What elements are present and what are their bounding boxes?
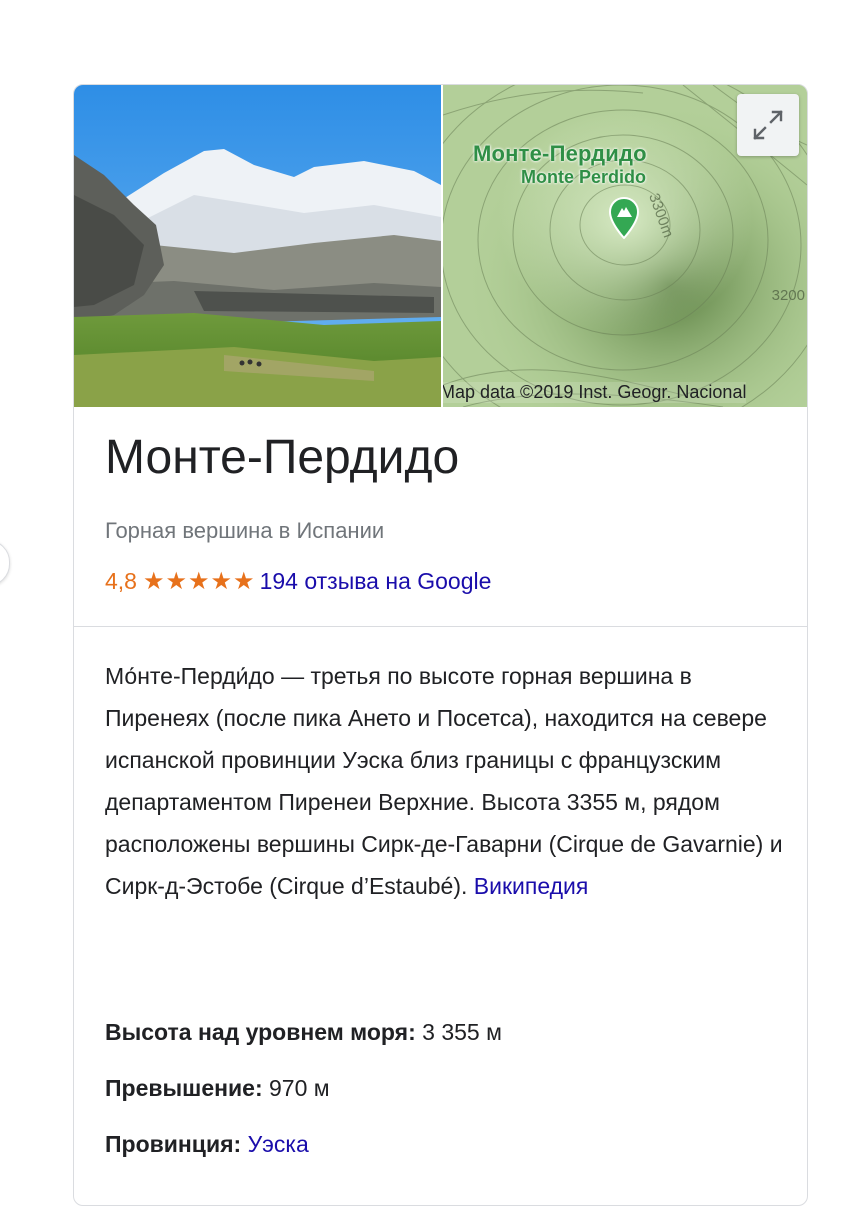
mountain-photo-image xyxy=(74,85,441,407)
rating-row: 4,8 ★★★★★ 194 отзыва на Google xyxy=(105,567,491,596)
knowledge-panel: Монте-Пердидо Monte Perdido 3300m 3200 M… xyxy=(73,84,808,1206)
map-place-label[interactable]: Монте-Пердидо xyxy=(473,141,647,167)
divider xyxy=(74,626,807,627)
expand-arrows-icon xyxy=(753,110,783,140)
wikipedia-link[interactable]: Википедия xyxy=(474,873,589,899)
mountain-pin-icon[interactable] xyxy=(608,196,640,244)
map-place-label-latin[interactable]: Monte Perdido xyxy=(521,167,646,188)
expand-map-button[interactable] xyxy=(737,94,799,156)
mountain-photo[interactable] xyxy=(74,85,441,407)
fact-elevation: Высота над уровнем моря: 3 355 м xyxy=(105,1019,502,1046)
rating-value: 4,8 xyxy=(105,568,137,594)
fact-key: Превышение: xyxy=(105,1075,263,1101)
media-header: Монте-Пердидо Monte Perdido 3300m 3200 M… xyxy=(74,85,807,407)
fact-province: Провинция: Уэска xyxy=(105,1131,309,1158)
fact-key: Высота над уровнем моря: xyxy=(105,1019,416,1045)
google-reviews-link[interactable]: 194 отзыва на Google xyxy=(260,568,492,594)
map-attribution: Map data ©2019 Inst. Geogr. Nacional xyxy=(443,382,747,403)
province-link[interactable]: Уэска xyxy=(248,1131,309,1157)
description-text: Мо́нте-Перди́до — третья по высоте горна… xyxy=(105,663,783,899)
fact-value: 970 м xyxy=(269,1075,330,1101)
fact-key: Провинция: xyxy=(105,1131,242,1157)
entity-title: Монте-Пердидо xyxy=(105,431,460,484)
fact-value: 3 355 м xyxy=(422,1019,502,1045)
fact-prominence: Превышение: 970 м xyxy=(105,1075,330,1102)
star-rating-icon: ★★★★★ xyxy=(142,568,256,595)
side-panel-tab[interactable] xyxy=(0,540,10,586)
entity-description: Мо́нте-Перди́до — третья по высоте горна… xyxy=(105,655,790,907)
entity-subtitle: Горная вершина в Испании xyxy=(105,518,385,543)
terrain-map[interactable]: Монте-Пердидо Monte Perdido 3300m 3200 M… xyxy=(443,85,807,407)
contour-label: 3200 xyxy=(771,287,805,304)
